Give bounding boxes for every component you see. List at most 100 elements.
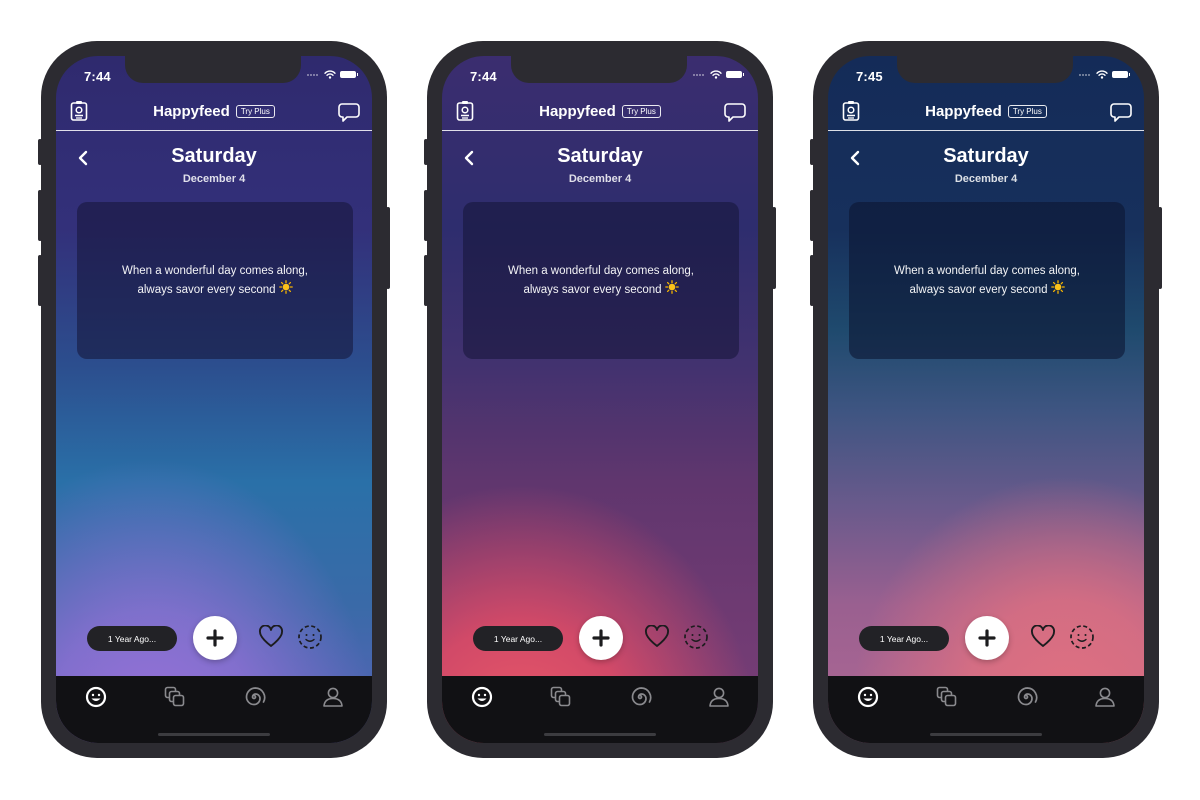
quote-line-1: When a wonderful day comes along, <box>893 264 1081 277</box>
tab-moments-stacked-photos-icon[interactable] <box>163 685 187 709</box>
status-time: 7:44 <box>470 69 497 84</box>
header-divider <box>56 130 372 131</box>
tab-profile-person-icon[interactable] <box>1093 685 1117 709</box>
add-entry-button[interactable] <box>579 616 623 660</box>
try-plus-badge[interactable]: Try Plus <box>1007 105 1047 118</box>
heart-icon[interactable] <box>258 625 284 649</box>
status-time: 7:45 <box>856 69 883 84</box>
heart-icon[interactable] <box>1030 625 1056 649</box>
day-title: Saturday <box>171 145 257 167</box>
quote-line-2: always savor every second <box>137 283 276 296</box>
tab-bar <box>442 676 758 743</box>
home-indicator[interactable] <box>544 733 656 736</box>
volume-up-button <box>424 190 428 241</box>
battery-icon <box>1112 71 1130 78</box>
heart-icon[interactable] <box>644 625 670 649</box>
try-plus-badge[interactable]: Try Plus <box>621 105 661 118</box>
volume-down-button <box>424 255 428 306</box>
status-indicators <box>1079 70 1130 79</box>
day-date: December 4 <box>568 173 632 185</box>
header-title-group: Happyfeed Try Plus <box>828 103 1144 120</box>
day-date: December 4 <box>182 173 246 185</box>
battery-icon <box>726 71 744 78</box>
sun-icon <box>664 279 679 294</box>
mood-face-icon[interactable] <box>683 624 709 650</box>
one-year-ago-button[interactable]: 1 Year Ago... <box>473 626 563 651</box>
tab-feed-smiley-icon[interactable] <box>470 685 494 709</box>
status-indicators <box>307 70 358 79</box>
volume-up-button <box>38 190 42 241</box>
volume-down-button <box>810 255 814 306</box>
quote-line-2: always savor every second <box>523 283 662 296</box>
phone-screen: 7:44 Happyfeed Try Plus Saturday Decembe… <box>442 56 758 743</box>
wifi-icon <box>324 70 336 79</box>
tab-feed-smiley-icon[interactable] <box>856 685 880 709</box>
mute-switch <box>810 139 814 165</box>
header: Happyfeed Try Plus <box>56 96 372 130</box>
status-time: 7:44 <box>84 69 111 84</box>
header-divider <box>828 130 1144 131</box>
volume-down-button <box>38 255 42 306</box>
plus-icon <box>592 629 610 647</box>
quote-line-1: When a wonderful day comes along, <box>121 264 309 277</box>
cellular-signal-icon <box>307 73 318 76</box>
phone-3: 7:45 Happyfeed Try Plus Saturday Decembe… <box>810 41 1162 758</box>
add-entry-button[interactable] <box>965 616 1009 660</box>
tab-moments-stacked-photos-icon[interactable] <box>549 685 573 709</box>
plus-icon <box>978 629 996 647</box>
tab-profile-person-icon[interactable] <box>321 685 345 709</box>
tab-feed-smiley-icon[interactable] <box>84 685 108 709</box>
quote-text: When a wonderful day comes along, always… <box>874 263 1100 299</box>
phone-2: 7:44 Happyfeed Try Plus Saturday Decembe… <box>424 41 776 758</box>
entry-actions: 1 Year Ago... <box>442 615 758 661</box>
sun-icon <box>278 279 293 294</box>
quote-card: When a wonderful day comes along, always… <box>77 202 353 359</box>
entry-actions: 1 Year Ago... <box>828 615 1144 661</box>
power-button <box>772 207 776 289</box>
cellular-signal-icon <box>1079 73 1090 76</box>
quote-line-1: When a wonderful day comes along, <box>507 264 695 277</box>
header-title-group: Happyfeed Try Plus <box>442 103 758 120</box>
header: Happyfeed Try Plus <box>442 96 758 130</box>
tab-moments-stacked-photos-icon[interactable] <box>935 685 959 709</box>
notch <box>897 56 1073 83</box>
quote-line-2: always savor every second <box>909 283 1048 296</box>
mood-face-icon[interactable] <box>1069 624 1095 650</box>
plus-icon <box>206 629 224 647</box>
add-entry-button[interactable] <box>193 616 237 660</box>
tab-profile-person-icon[interactable] <box>707 685 731 709</box>
wifi-icon <box>1096 70 1108 79</box>
tab-spiral-icon[interactable] <box>628 685 652 709</box>
phone-screen: 7:45 Happyfeed Try Plus Saturday Decembe… <box>828 56 1144 743</box>
phone-screen: 7:44 Happyfeed Try Plus Saturday Decembe… <box>56 56 372 743</box>
cellular-signal-icon <box>693 73 704 76</box>
mute-switch <box>38 139 42 165</box>
tab-spiral-icon[interactable] <box>1014 685 1038 709</box>
one-year-ago-button[interactable]: 1 Year Ago... <box>87 626 177 651</box>
volume-up-button <box>810 190 814 241</box>
tab-bar <box>828 676 1144 743</box>
tab-spiral-icon[interactable] <box>242 685 266 709</box>
chat-bubble-icon[interactable] <box>338 101 360 123</box>
one-year-ago-button[interactable]: 1 Year Ago... <box>859 626 949 651</box>
quote-text: When a wonderful day comes along, always… <box>488 263 714 299</box>
home-indicator[interactable] <box>158 733 270 736</box>
notch <box>125 56 301 83</box>
chat-bubble-icon[interactable] <box>724 101 746 123</box>
header-title-group: Happyfeed Try Plus <box>56 103 372 120</box>
chat-bubble-icon[interactable] <box>1110 101 1132 123</box>
battery-icon <box>340 71 358 78</box>
try-plus-badge[interactable]: Try Plus <box>235 105 275 118</box>
power-button <box>386 207 390 289</box>
quote-card: When a wonderful day comes along, always… <box>849 202 1125 359</box>
day-title: Saturday <box>943 145 1029 167</box>
header-divider <box>442 130 758 131</box>
home-indicator[interactable] <box>930 733 1042 736</box>
mood-face-icon[interactable] <box>297 624 323 650</box>
quote-text: When a wonderful day comes along, always… <box>102 263 328 299</box>
app-title: Happyfeed <box>539 103 616 120</box>
tab-bar <box>56 676 372 743</box>
wifi-icon <box>710 70 722 79</box>
sun-icon <box>1050 279 1065 294</box>
notch <box>511 56 687 83</box>
